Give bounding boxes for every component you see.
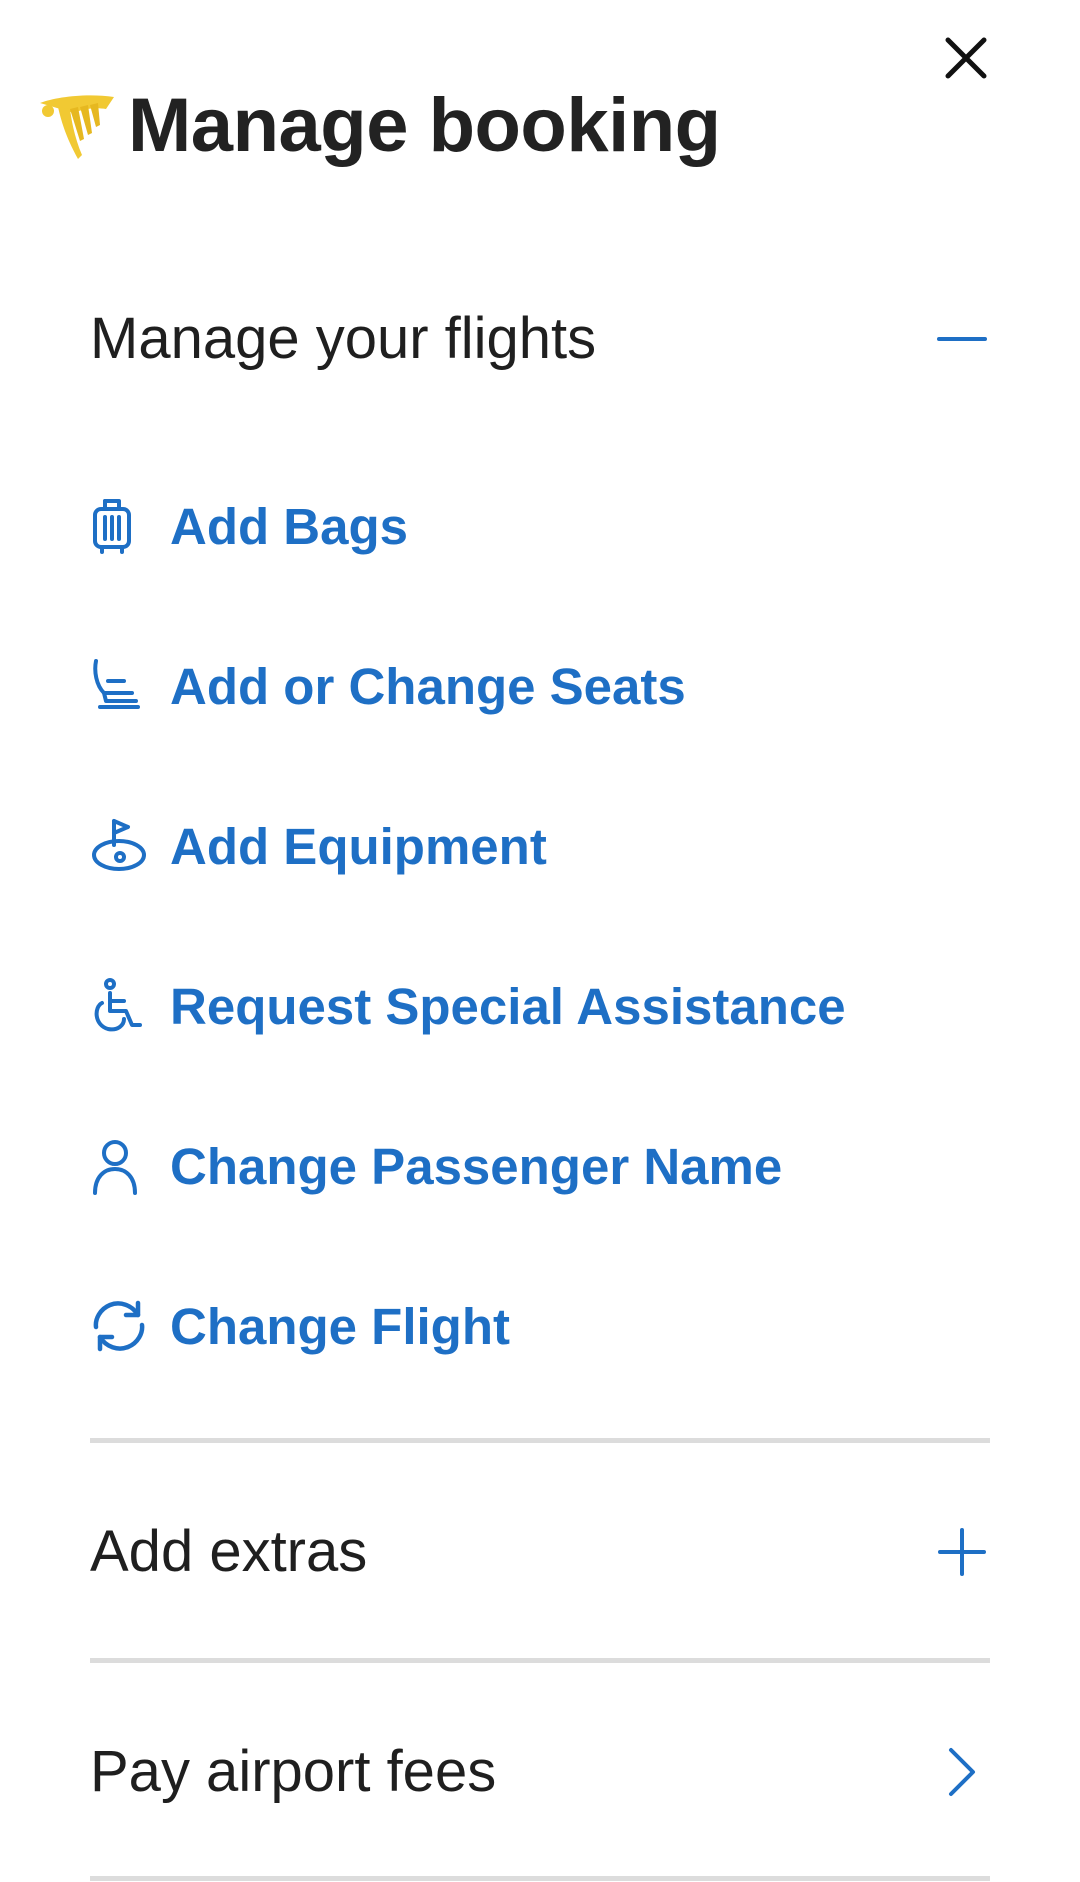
menu-item-special-assistance[interactable]: Request Special Assistance xyxy=(90,956,990,1056)
section-title: Add extras xyxy=(90,1519,368,1584)
section-manage-flights-header[interactable]: Manage your flights xyxy=(90,305,990,372)
menu-item-label: Change Passenger Name xyxy=(170,1137,783,1195)
page-title: Manage booking xyxy=(128,82,721,168)
seat-icon xyxy=(90,656,150,716)
divider xyxy=(90,1876,990,1881)
menu-item-label: Request Special Assistance xyxy=(170,977,846,1035)
collapse-icon xyxy=(934,311,990,367)
section-add-extras-header[interactable]: Add extras xyxy=(90,1518,990,1585)
divider xyxy=(90,1658,990,1663)
chevron-right-icon xyxy=(934,1744,990,1800)
menu-item-label: Add Bags xyxy=(170,497,409,555)
menu-item-change-flight[interactable]: Change Flight xyxy=(90,1276,990,1376)
section-title: Pay airport fees xyxy=(90,1739,497,1804)
menu-item-add-bags[interactable]: Add Bags xyxy=(90,476,990,576)
ryanair-logo-icon xyxy=(40,95,114,159)
close-icon xyxy=(945,37,987,79)
luggage-icon xyxy=(90,496,150,556)
refresh-icon xyxy=(90,1296,150,1356)
page-header: Manage booking xyxy=(36,80,721,170)
menu-item-label: Add Equipment xyxy=(170,817,547,875)
menu-item-add-change-seats[interactable]: Add or Change Seats xyxy=(90,636,990,736)
close-button[interactable] xyxy=(932,24,1000,92)
menu-item-change-passenger-name[interactable]: Change Passenger Name xyxy=(90,1116,990,1216)
golf-icon xyxy=(90,816,150,876)
expand-plus-icon xyxy=(934,1524,990,1580)
person-icon xyxy=(90,1136,150,1196)
pay-airport-fees-row[interactable]: Pay airport fees xyxy=(90,1738,990,1805)
wheelchair-icon xyxy=(90,976,150,1036)
menu-item-label: Add or Change Seats xyxy=(170,657,686,715)
divider xyxy=(90,1438,990,1443)
section-title: Manage your flights xyxy=(90,306,597,371)
menu-item-label: Change Flight xyxy=(170,1297,510,1355)
menu-item-add-equipment[interactable]: Add Equipment xyxy=(90,796,990,896)
